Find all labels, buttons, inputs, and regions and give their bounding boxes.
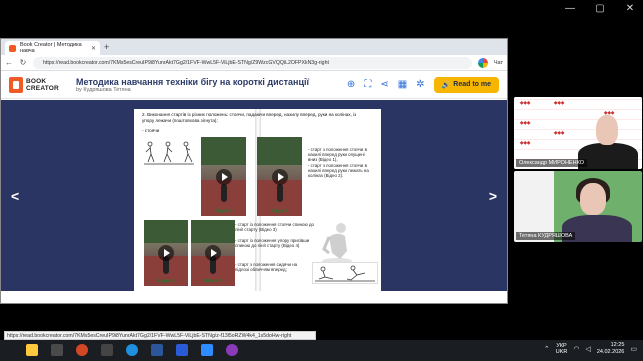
pages-icon[interactable]: ▦ [398, 79, 407, 90]
book-title-block: Методика навчання техніки бігу на коротк… [76, 77, 341, 93]
taskbar-apps [26, 344, 238, 356]
store-icon[interactable] [51, 344, 63, 356]
tab-title: Book Creator | Методика навча [20, 42, 82, 54]
video-1[interactable]: Відео 1 [201, 137, 246, 216]
meeting-top-bar: — ▢ ✕ [0, 0, 643, 20]
participant-head [580, 183, 606, 215]
previous-page-arrow-icon[interactable]: < [11, 188, 19, 204]
app-icon[interactable] [101, 344, 113, 356]
url-field[interactable]: https://read.bookcreator.com/7KMs5esCreu… [33, 56, 472, 69]
reader-toolbar: ⊕ ⛶ ⋖ ▦ ✲ 🔊 Read to me [347, 76, 499, 93]
book-spread: 2. Виконання стартів із різних положень:… [134, 109, 381, 291]
lang-code: УКР [556, 342, 567, 349]
volume-icon[interactable]: ◁ [585, 345, 590, 353]
logo-text-1: BOOK [26, 77, 47, 85]
read-to-me-label: Read to me [453, 81, 491, 88]
system-tray: ⌃ УКР UKR ◠ ◁ 12:25 24.02.2026 ▭ [544, 342, 637, 356]
maximize-icon[interactable]: ▢ [595, 2, 605, 16]
read-to-me-button[interactable]: 🔊 Read to me [433, 76, 499, 93]
zoom-in-icon[interactable]: ⊕ [347, 79, 355, 90]
windows-taskbar: ⌃ УКР UKR ◠ ◁ 12:25 24.02.2026 ▭ [0, 340, 643, 361]
window-controls: — ▢ ✕ [565, 2, 635, 16]
play-icon[interactable] [158, 245, 174, 261]
new-tab-button[interactable]: + [104, 41, 109, 53]
play-icon[interactable] [215, 168, 232, 185]
zoom-icon[interactable] [176, 344, 188, 356]
address-bar-row: ← ↻ https://read.bookcreator.com/7KMs5es… [1, 55, 507, 71]
zoom-meeting-icon[interactable] [201, 344, 213, 356]
chevron-up-icon[interactable]: ⌃ [544, 345, 550, 353]
status-bar-url: https://read.bookcreator.com/7KMs5esCreu… [4, 331, 316, 340]
settings-icon[interactable]: ✲ [416, 79, 424, 90]
video-label: Відео 3 [157, 279, 175, 284]
book-author: by Кудряшова Тетяна [76, 86, 131, 93]
file-explorer-icon[interactable] [26, 344, 38, 356]
shared-browser-window: Book Creator | Методика навча ✕ + ← ↻ ht… [0, 38, 508, 340]
edge-icon[interactable] [126, 344, 138, 356]
bookcreator-logo-icon [9, 76, 23, 93]
participant-name: Тетяна КУДРЯШОВА [516, 232, 576, 240]
tab-bar: Book Creator | Методика навча ✕ + [1, 39, 507, 55]
bookcreator-header: BOOK CREATOR Методика навчання техніки б… [1, 71, 507, 99]
time: 12:25 [610, 342, 625, 348]
book-title: Методика навчання техніки бігу на коротк… [76, 76, 310, 87]
close-icon[interactable]: ✕ [625, 2, 635, 16]
video-2[interactable]: Відео 2 [257, 137, 302, 216]
logo-text-2: CREATOR [26, 84, 59, 92]
back-icon[interactable]: ← [5, 58, 13, 67]
video-label: Відео 1 [214, 209, 233, 214]
note-standing-starts: - старт з положення стоячи в нахилі впер… [308, 147, 369, 179]
word-icon[interactable] [151, 344, 163, 356]
video-label: Відео 2 [270, 209, 289, 214]
sitting-start-sketch [312, 262, 378, 284]
participant-name: Олександр МИРОНЕНКО [516, 159, 587, 167]
wifi-icon[interactable]: ◠ [573, 345, 579, 353]
lang-code-latin: UKR [555, 349, 568, 355]
tab-bookcreator[interactable]: Book Creator | Методика навча ✕ [5, 41, 100, 55]
chat-label[interactable]: Чат [494, 60, 503, 66]
video-4[interactable]: Відео 4 [191, 220, 235, 286]
video-label: Відео 4 [204, 279, 222, 284]
page-subheading: - стоячи [142, 128, 160, 133]
play-icon[interactable] [271, 168, 288, 185]
bookcreator-logo[interactable]: BOOK CREATOR [9, 76, 62, 93]
participant-tile-2[interactable]: Тетяна КУДРЯШОВА [514, 171, 642, 242]
tab-close-icon[interactable]: ✕ [91, 45, 96, 52]
video-3[interactable]: Відео 3 [144, 220, 188, 286]
date: 24.02.2026 [596, 349, 625, 355]
note-squat-back: - старт із положення упору присівши спин… [235, 238, 310, 249]
reader-stage: < > 2. Виконання стартів із різних полож… [1, 100, 507, 291]
note-back-to-line: - старт із положення стоячи спиною до лі… [235, 222, 314, 233]
speaker-icon: 🔊 [441, 81, 451, 89]
copilot-icon[interactable] [477, 57, 488, 68]
participant-head [596, 115, 618, 145]
bookcreator-favicon [9, 44, 16, 52]
clock[interactable]: 12:25 24.02.2026 [597, 342, 625, 356]
3d-figure-illustration [320, 219, 354, 264]
play-icon[interactable] [205, 245, 221, 261]
language-indicator[interactable]: УКР UKR [556, 343, 568, 356]
notifications-icon[interactable]: ▭ [630, 345, 637, 353]
viber-icon[interactable] [226, 344, 238, 356]
reload-icon[interactable]: ↻ [19, 58, 27, 67]
participant-body [578, 143, 638, 169]
next-page-arrow-icon[interactable]: > [489, 188, 497, 204]
share-icon[interactable]: ⋖ [380, 79, 388, 90]
note-sitting-start: - старт з положення сидячи на підлозі об… [235, 262, 298, 273]
start-sketch-image [142, 138, 197, 166]
powerpoint-icon[interactable] [76, 344, 88, 356]
minimize-icon[interactable]: — [565, 2, 575, 16]
participant-tile-1[interactable]: ◆◆◆ ◆◆◆ ◆◆◆ ◆◆◆ ◆◆◆ ◆◆◆ Олександр МИРОНЕ… [514, 97, 642, 169]
page-heading: 2. Виконання стартів із різних положень:… [142, 112, 357, 123]
fullscreen-icon[interactable]: ⛶ [364, 79, 371, 90]
